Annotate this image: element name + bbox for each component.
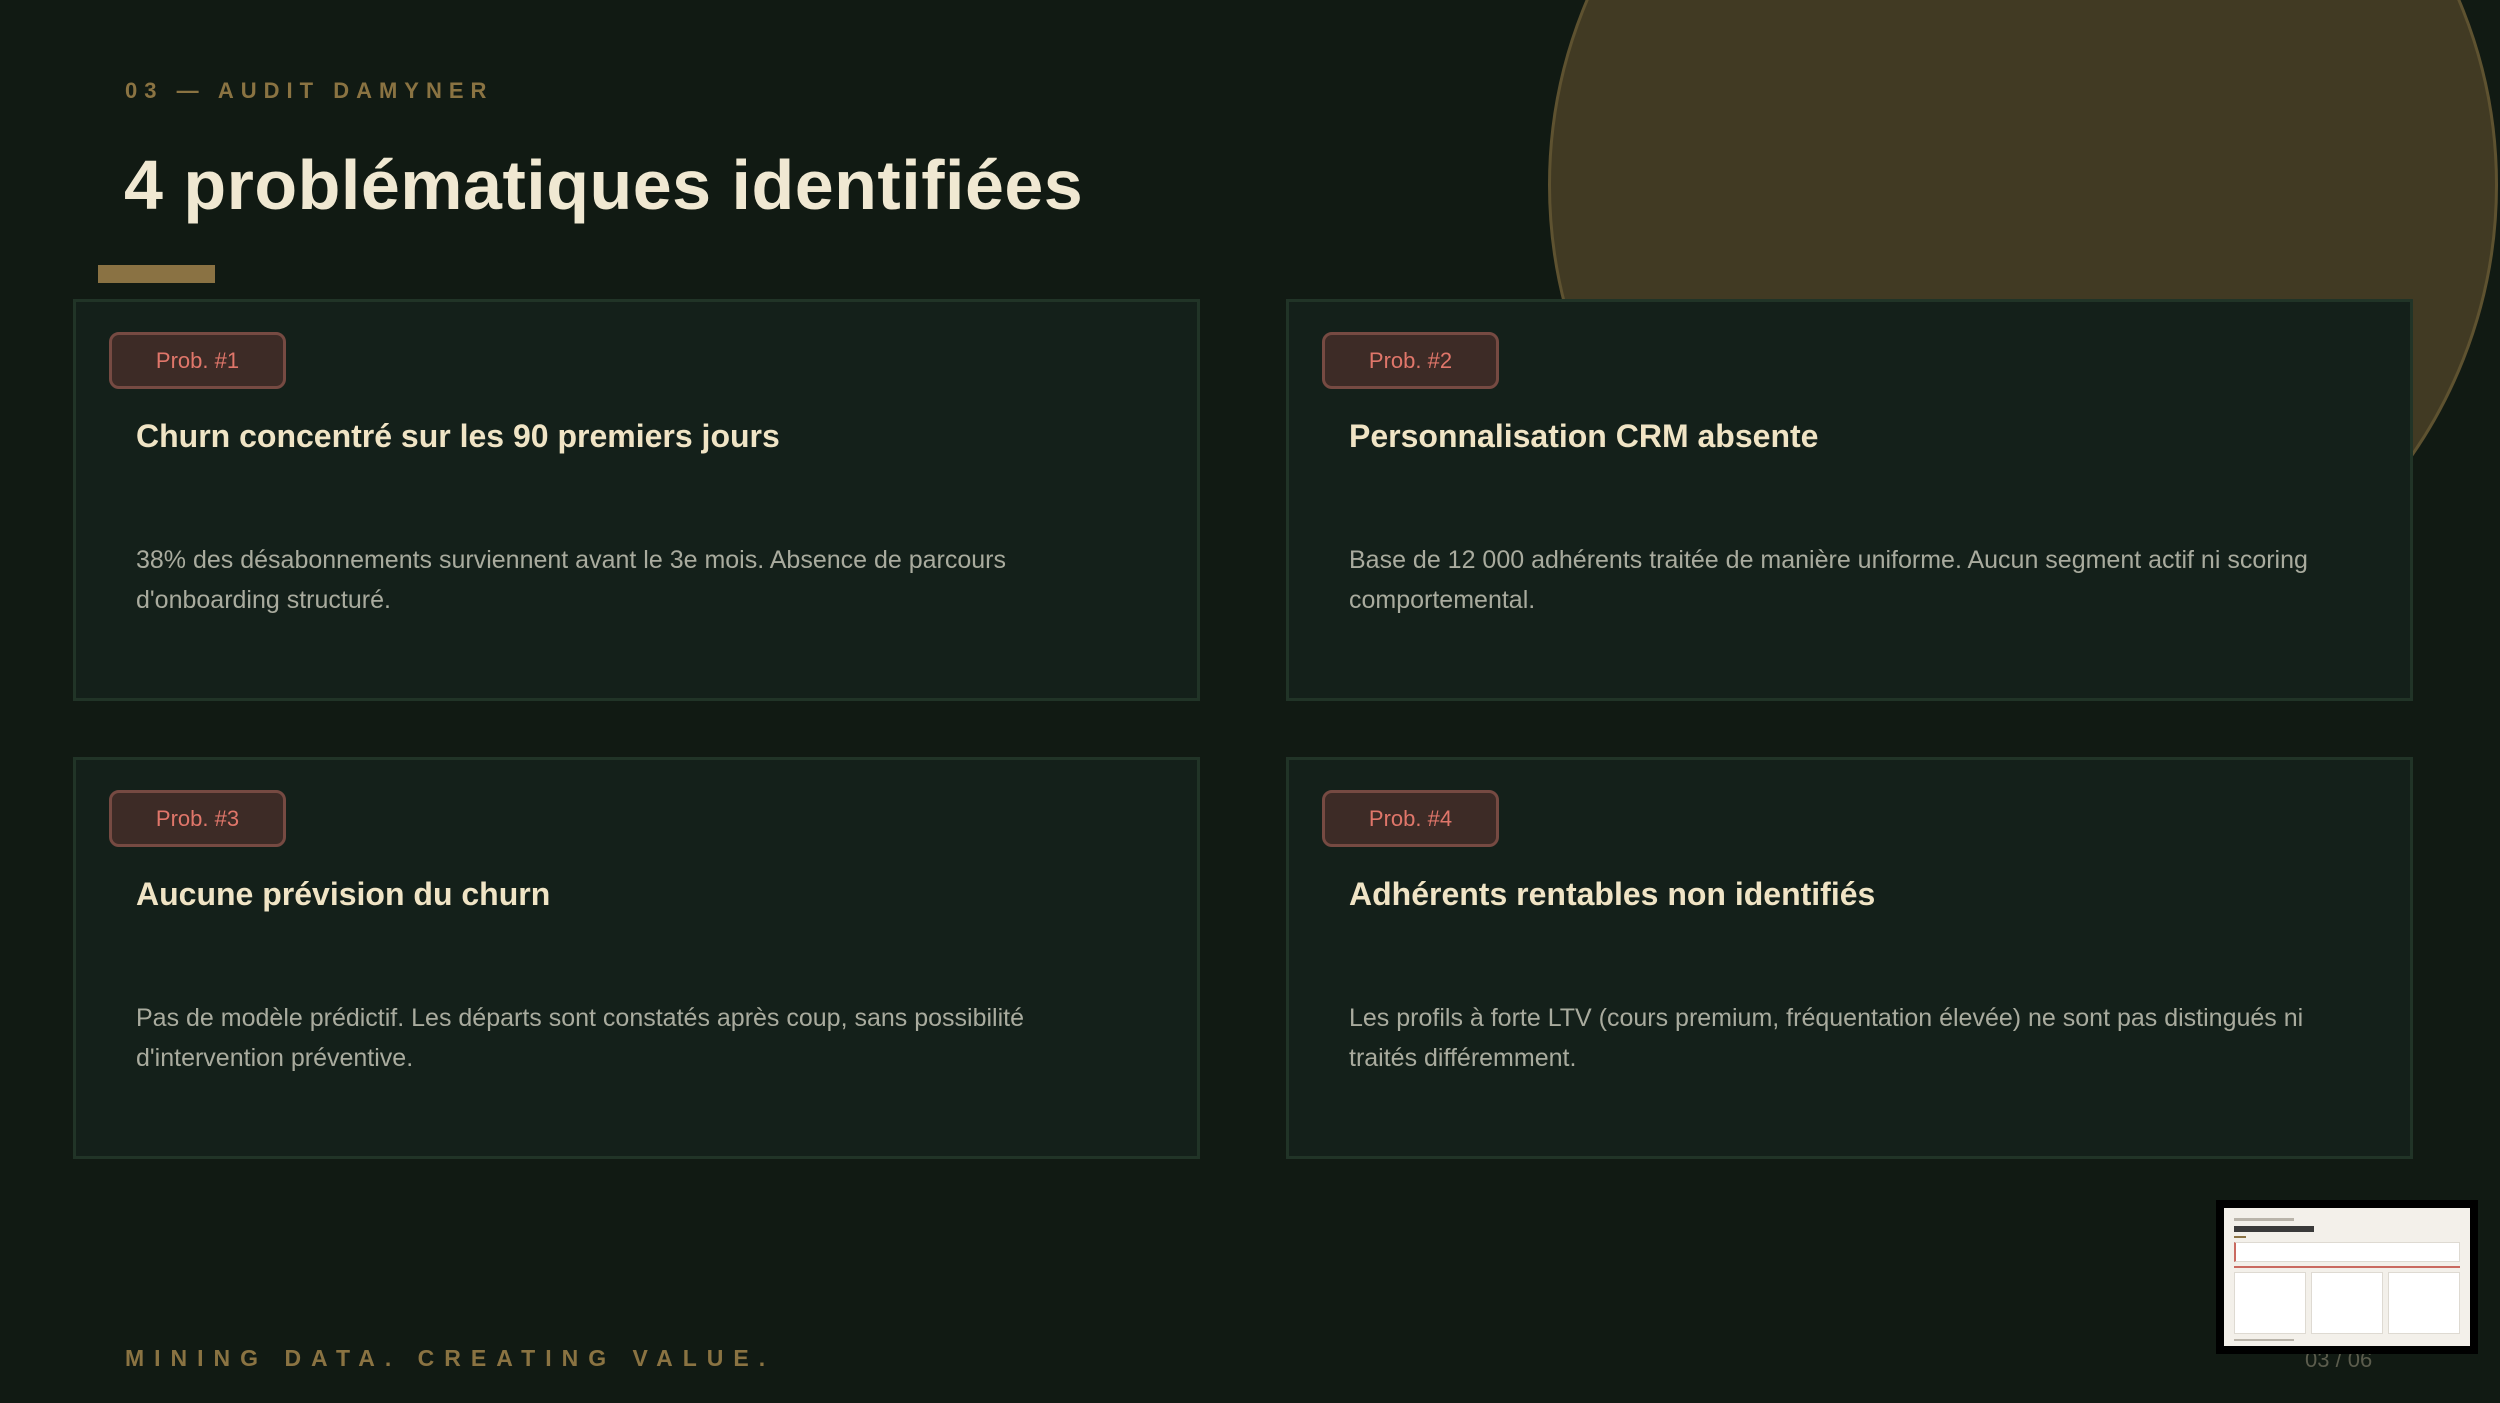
problem-title: Aucune prévision du churn: [136, 876, 551, 912]
problem-description: 38% des désabonnements surviennent avant…: [136, 546, 1006, 614]
thumb-card: [2234, 1272, 2306, 1334]
title-underline-bar: [98, 265, 215, 283]
thumb-eyebrow-line: [2234, 1218, 2294, 1221]
problem-badge: Prob. #3: [109, 790, 286, 847]
problem-badge: Prob. #1: [109, 332, 286, 389]
thumb-divider: [2234, 1266, 2460, 1268]
problem-badge: Prob. #4: [1322, 790, 1499, 847]
problem-card-2: Prob. #2 Personnalisation CRM absente Ba…: [1286, 299, 2413, 701]
thumb-underline: [2234, 1236, 2246, 1238]
thumb-footer-line: [2234, 1339, 2294, 1341]
problem-description: Pas de modèle prédictif. Les départs son…: [136, 1004, 1025, 1072]
section-eyebrow: 03 — AUDIT DAMYNER: [125, 78, 494, 103]
thumb-card: [2311, 1272, 2383, 1334]
problem-title: Personnalisation CRM absente: [1349, 418, 1819, 454]
slide-preview-thumbnail[interactable]: [2216, 1200, 2478, 1354]
page-title: 4 problématiques identifiées: [124, 146, 1084, 224]
problem-description: Base de 12 000 adhérents traitée de mani…: [1349, 546, 2308, 614]
thumb-card: [2388, 1272, 2460, 1334]
footer-tagline: MINING DATA. CREATING VALUE.: [125, 1345, 776, 1371]
slide: 03 — AUDIT DAMYNER 4 problématiques iden…: [0, 0, 2500, 1403]
problem-title: Adhérents rentables non identifiés: [1349, 876, 1876, 912]
problem-card-3: Prob. #3 Aucune prévision du churn Pas d…: [73, 757, 1200, 1159]
problem-card-4: Prob. #4 Adhérents rentables non identif…: [1286, 757, 2413, 1159]
thumb-title-line: [2234, 1226, 2314, 1232]
thumb-quote-box: [2234, 1242, 2460, 1262]
problem-description: Les profils à forte LTV (cours premium, …: [1349, 1004, 2304, 1072]
problem-badge: Prob. #2: [1322, 332, 1499, 389]
thumbnail-content: [2224, 1208, 2470, 1346]
problem-card-1: Prob. #1 Churn concentré sur les 90 prem…: [73, 299, 1200, 701]
problem-title: Churn concentré sur les 90 premiers jour…: [136, 418, 780, 454]
